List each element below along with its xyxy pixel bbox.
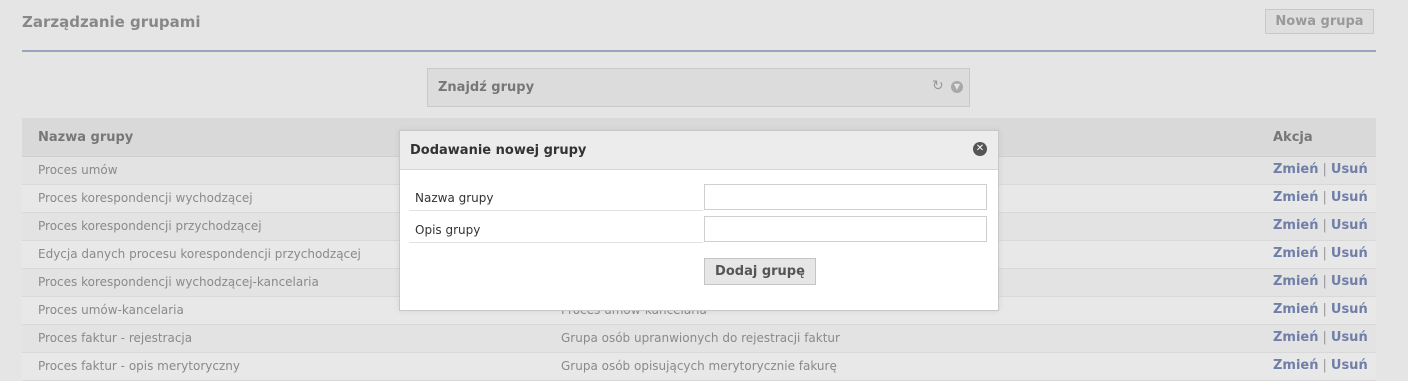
- group-name-label-cell: Nazwa grupy: [409, 184, 703, 211]
- group-description: Grupa osób upranwionych do rejestracji f…: [561, 331, 840, 345]
- new-group-button[interactable]: Nowa grupa: [1265, 9, 1374, 34]
- column-header-action: Akcja: [1273, 130, 1313, 145]
- row-actions: Zmień | Usuń: [1273, 358, 1368, 373]
- edit-link[interactable]: Zmień: [1273, 274, 1319, 289]
- action-separator: |: [1322, 330, 1327, 345]
- group-name-input[interactable]: [704, 184, 987, 210]
- dialog-title: Dodawanie nowej grupy: [410, 143, 587, 158]
- delete-link[interactable]: Usuń: [1331, 218, 1368, 233]
- page-title: Zarządzanie grupami: [22, 13, 201, 31]
- delete-link[interactable]: Usuń: [1331, 274, 1368, 289]
- action-separator: |: [1322, 218, 1327, 233]
- row-actions: Zmień | Usuń: [1273, 330, 1368, 345]
- action-separator: |: [1322, 246, 1327, 261]
- group-name: Proces faktur - opis merytoryczny: [38, 359, 240, 373]
- table-row: Proces faktur - opis merytoryczny Grupa …: [22, 353, 1376, 381]
- delete-link[interactable]: Usuń: [1331, 358, 1368, 373]
- group-name: Edycja danych procesu korespondencji prz…: [38, 247, 361, 261]
- action-separator: |: [1322, 190, 1327, 205]
- column-header-name: Nazwa grupy: [38, 130, 134, 145]
- action-separator: |: [1322, 162, 1327, 177]
- edit-link[interactable]: Zmień: [1273, 358, 1319, 373]
- delete-link[interactable]: Usuń: [1331, 330, 1368, 345]
- row-actions: Zmień | Usuń: [1273, 218, 1368, 233]
- action-separator: |: [1322, 358, 1327, 373]
- action-separator: |: [1322, 302, 1327, 317]
- delete-link[interactable]: Usuń: [1331, 246, 1368, 261]
- group-name: Proces korespondencji wychodzącej-kancel…: [38, 275, 319, 289]
- edit-link[interactable]: Zmień: [1273, 190, 1319, 205]
- row-actions: Zmień | Usuń: [1273, 246, 1368, 261]
- group-name: Proces umów: [38, 163, 118, 177]
- add-group-button[interactable]: Dodaj grupę: [704, 258, 816, 285]
- group-name-label: Nazwa grupy: [415, 191, 494, 205]
- group-name: Proces korespondencji przychodzącej: [38, 219, 262, 233]
- find-groups-title: Znajdź grupy: [438, 80, 535, 95]
- group-name: Proces faktur - rejestracja: [38, 331, 193, 345]
- row-actions: Zmień | Usuń: [1273, 274, 1368, 289]
- group-description-label: Opis grupy: [415, 223, 481, 237]
- chevron-down-icon[interactable]: ▼: [951, 81, 963, 93]
- row-actions: Zmień | Usuń: [1273, 302, 1368, 317]
- title-divider: [22, 50, 1376, 52]
- table-row: Proces faktur - rejestracja Grupa osób u…: [22, 325, 1376, 353]
- edit-link[interactable]: Zmień: [1273, 330, 1319, 345]
- edit-link[interactable]: Zmień: [1273, 302, 1319, 317]
- group-description: Grupa osób opisujących merytorycznie fak…: [561, 359, 837, 373]
- action-separator: |: [1322, 274, 1327, 289]
- edit-link[interactable]: Zmień: [1273, 246, 1319, 261]
- group-description-input[interactable]: [704, 216, 987, 242]
- refresh-icon[interactable]: ↻: [932, 78, 944, 94]
- edit-link[interactable]: Zmień: [1273, 162, 1319, 177]
- row-actions: Zmień | Usuń: [1273, 190, 1368, 205]
- delete-link[interactable]: Usuń: [1331, 190, 1368, 205]
- row-actions: Zmień | Usuń: [1273, 162, 1368, 177]
- close-icon[interactable]: ✕: [973, 142, 987, 156]
- add-group-dialog: Dodawanie nowej grupy ✕ Nazwa grupy Opis…: [399, 130, 999, 311]
- delete-link[interactable]: Usuń: [1331, 302, 1368, 317]
- group-description-label-cell: Opis grupy: [409, 216, 703, 243]
- dialog-header: Dodawanie nowej grupy ✕: [400, 131, 998, 170]
- find-groups-panel[interactable]: Znajdź grupy ↻ ▼: [427, 68, 970, 107]
- edit-link[interactable]: Zmień: [1273, 218, 1319, 233]
- delete-link[interactable]: Usuń: [1331, 162, 1368, 177]
- group-name: Proces umów-kancelaria: [38, 303, 184, 317]
- group-name: Proces korespondencji wychodzącej: [38, 191, 253, 205]
